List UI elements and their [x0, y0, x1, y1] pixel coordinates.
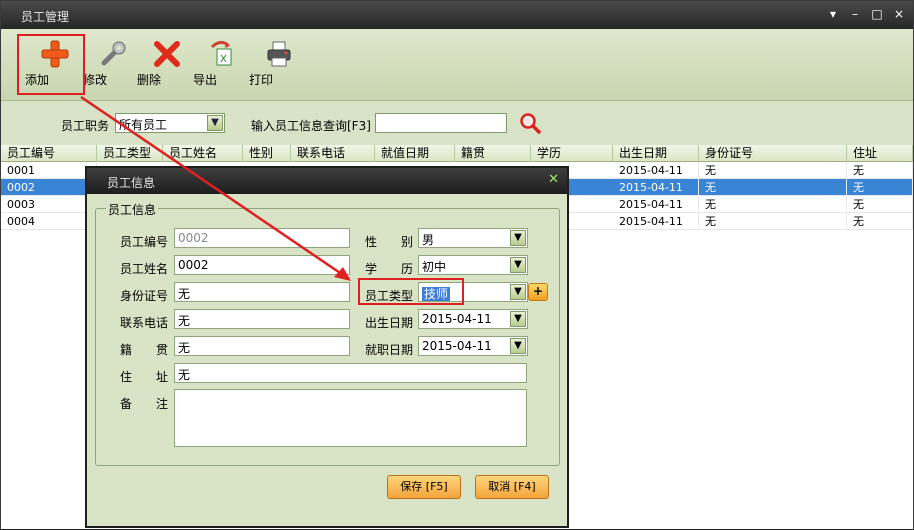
column-header[interactable]: 联系电话 — [291, 145, 375, 162]
save-button[interactable]: 保存 [F5] — [387, 475, 461, 499]
note-label: 备 注 — [120, 397, 169, 411]
native-label: 籍 贯 — [120, 343, 169, 357]
column-header[interactable]: 员工姓名 — [163, 145, 243, 162]
close-icon[interactable]: ✕ — [548, 172, 559, 187]
idcard-field[interactable]: 无 — [174, 282, 350, 302]
chevron-down-icon[interactable]: ▼ — [510, 257, 526, 273]
dropdown-menu-icon[interactable]: ▾ — [827, 7, 839, 21]
column-header[interactable]: 就值日期 — [375, 145, 455, 162]
idcard-label: 身份证号 — [120, 289, 169, 303]
search-input[interactable] — [375, 113, 507, 133]
cell-birth-date: 2015-04-11 — [613, 196, 699, 213]
note-textarea[interactable] — [174, 389, 527, 447]
gender-value: 男 — [422, 233, 435, 247]
dialog-title: 员工信息 — [107, 176, 156, 190]
birth-date-picker[interactable]: 2015-04-11 ▼ — [418, 309, 528, 329]
toolbar: 添加 修改 删除 X 导出 打印 — [1, 29, 913, 101]
wrench-icon — [101, 41, 126, 66]
maximize-button[interactable]: □ — [871, 7, 883, 21]
birth-value: 2015-04-11 — [422, 312, 492, 326]
edit-button[interactable]: 修改 — [83, 35, 143, 95]
cell-address: 无 — [847, 196, 913, 213]
emp-name-field[interactable]: 0002 — [174, 255, 350, 275]
address-field[interactable]: 无 — [174, 363, 527, 383]
cell-address: 无 — [847, 213, 913, 230]
chevron-down-icon[interactable]: ▼ — [510, 230, 526, 246]
cell-employee-id: 0004 — [1, 213, 97, 230]
gender-label: 性 别 — [365, 235, 414, 249]
add-button-highlight — [17, 34, 85, 95]
column-header[interactable]: 出生日期 — [613, 145, 699, 162]
print-label: 打印 — [249, 73, 274, 87]
search-icon[interactable] — [519, 112, 541, 134]
table-header: 员工编号 员工类型 员工姓名 性别 联系电话 就值日期 籍贯 学历 出生日期 身… — [1, 145, 913, 162]
cell-birth-date: 2015-04-11 — [613, 213, 699, 230]
emp-id-label: 员工编号 — [120, 235, 169, 249]
export-label: 导出 — [193, 73, 218, 87]
printer-icon — [267, 41, 291, 67]
close-button[interactable]: × — [893, 7, 905, 21]
education-select[interactable]: 初中 ▼ — [418, 255, 528, 275]
column-header[interactable]: 性别 — [243, 145, 291, 162]
cancel-button[interactable]: 取消 [F4] — [475, 475, 549, 499]
delete-label: 删除 — [137, 73, 162, 87]
phone-field[interactable]: 无 — [174, 309, 350, 329]
cell-employee-id: 0001 — [1, 162, 97, 179]
cell-id-card: 无 — [699, 213, 847, 230]
print-button[interactable]: 打印 — [249, 35, 309, 95]
column-header[interactable]: 住址 — [847, 145, 913, 162]
phone-label: 联系电话 — [120, 316, 169, 330]
cell-id-card: 无 — [699, 179, 847, 196]
chevron-down-icon[interactable]: ▼ — [510, 338, 526, 354]
hire-value: 2015-04-11 — [422, 339, 492, 353]
emp-id-field[interactable]: 0002 — [174, 228, 350, 248]
window-title: 员工管理 — [21, 10, 70, 24]
native-field[interactable]: 无 — [174, 336, 350, 356]
delete-x-icon — [154, 41, 180, 67]
emp-type-highlight — [358, 278, 464, 305]
column-header[interactable]: 身份证号 — [699, 145, 847, 162]
cell-address: 无 — [847, 179, 913, 196]
cell-address: 无 — [847, 162, 913, 179]
svg-text:X: X — [220, 54, 227, 65]
cell-employee-id: 0002 — [1, 179, 97, 196]
emp-name-label: 员工姓名 — [120, 262, 169, 276]
education-value: 初中 — [422, 260, 447, 274]
column-header[interactable]: 籍贯 — [455, 145, 531, 162]
cell-id-card: 无 — [699, 162, 847, 179]
group-title: 员工信息 — [106, 201, 159, 218]
job-filter-label: 员工职务 — [61, 119, 110, 133]
cell-birth-date: 2015-04-11 — [613, 179, 699, 196]
chevron-down-icon[interactable]: ▼ — [510, 284, 526, 300]
address-label: 住 址 — [120, 370, 169, 384]
hire-label: 就职日期 — [365, 343, 414, 357]
chevron-down-icon[interactable]: ▼ — [207, 115, 223, 131]
export-excel-icon: X — [210, 40, 232, 66]
add-emp-type-button[interactable]: + — [528, 283, 548, 301]
cell-birth-date: 2015-04-11 — [613, 162, 699, 179]
minimize-button[interactable]: – — [849, 7, 861, 21]
column-header[interactable]: 员工编号 — [1, 145, 97, 162]
edit-label: 修改 — [83, 73, 108, 87]
window-titlebar: 员工管理 ▾ – □ × — [1, 1, 913, 29]
employee-management-window: 员工管理 ▾ – □ × 添加 修改 删除 X 导出 打印 员工职务 所有员工 … — [0, 0, 914, 529]
chevron-down-icon[interactable]: ▼ — [510, 311, 526, 327]
cell-employee-id: 0003 — [1, 196, 97, 213]
search-label: 输入员工信息查询[F3] — [251, 119, 371, 133]
column-header[interactable]: 员工类型 — [97, 145, 163, 162]
cell-id-card: 无 — [699, 196, 847, 213]
gender-select[interactable]: 男 ▼ — [418, 228, 528, 248]
column-header[interactable]: 学历 — [531, 145, 613, 162]
dialog-titlebar: 员工信息 ✕ — [87, 168, 567, 194]
filter-bar: 员工职务 所有员工 ▼ 输入员工信息查询[F3] — [1, 101, 913, 145]
job-filter-value: 所有员工 — [119, 118, 168, 132]
window-controls: ▾ – □ × — [827, 7, 905, 21]
education-label: 学 历 — [365, 262, 414, 276]
birth-label: 出生日期 — [365, 316, 414, 330]
export-button[interactable]: X 导出 — [193, 35, 253, 95]
job-filter-select[interactable]: 所有员工 ▼ — [115, 113, 225, 133]
employee-info-dialog: 员工信息 ✕ 员工信息 员工编号 0002 员工姓名 0002 身份证号 无 联… — [85, 166, 569, 528]
delete-button[interactable]: 删除 — [137, 35, 197, 95]
hire-date-picker[interactable]: 2015-04-11 ▼ — [418, 336, 528, 356]
